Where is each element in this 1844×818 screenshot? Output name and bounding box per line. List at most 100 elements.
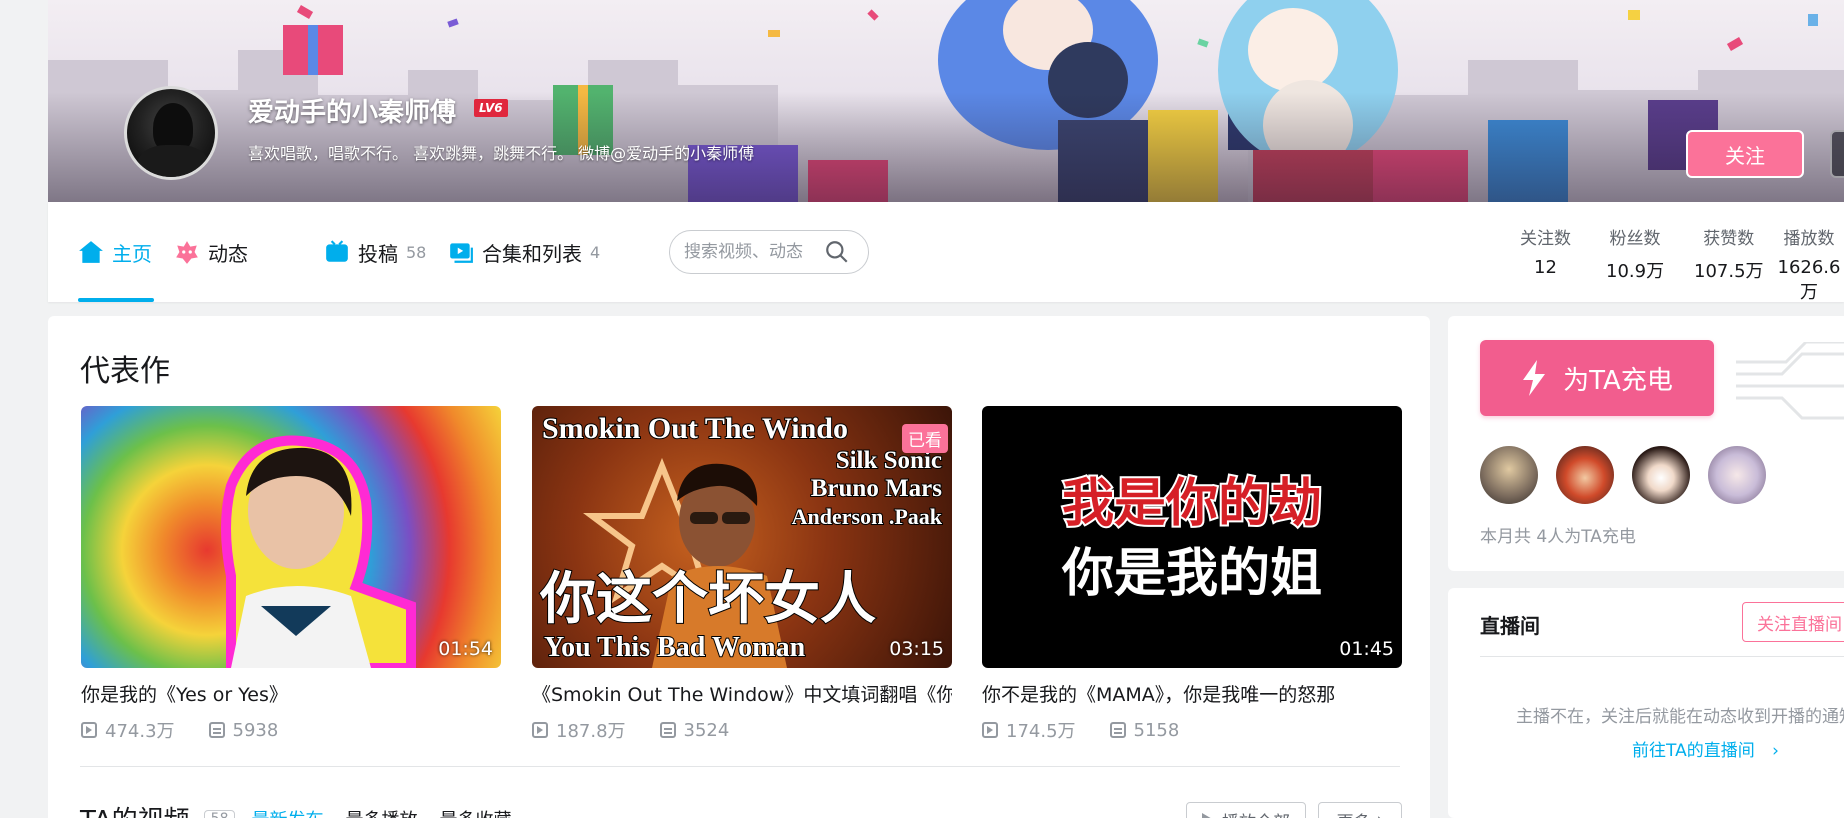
tab-dynamic-label: 动态 xyxy=(208,241,248,266)
stat-following[interactable]: 关注数 12 xyxy=(1520,224,1571,278)
danmaku-count: 5938 xyxy=(232,719,279,741)
tab-uploads-count: 58 xyxy=(406,242,427,262)
video-title[interactable]: 你是我的《Yes or Yes》 xyxy=(81,680,501,707)
thumb-text-line1: 我是你的劫 xyxy=(1062,474,1322,534)
video-stats: 174.5万 5158 xyxy=(982,717,1402,743)
live-offline-message: 主播不在，关注后就能在动态收到开播的通知 xyxy=(1516,707,1844,727)
masterpiece-card[interactable]: 我是你的劫 你是我的姐 01:45 你不是我的《MAMA》，你是我唯一的怒那 1… xyxy=(982,406,1402,743)
masterpiece-title: 代表作 xyxy=(80,354,170,389)
tab-uploads-label: 投稿 xyxy=(358,241,398,266)
play-all-button[interactable]: 播放全部 xyxy=(1186,802,1306,818)
play-all-label: 播放全部 xyxy=(1222,808,1290,818)
stat-fans[interactable]: 粉丝数 10.9万 xyxy=(1606,224,1664,283)
more-button[interactable]: 更多 › xyxy=(1318,802,1402,818)
active-tab-indicator xyxy=(78,298,154,302)
video-thumbnail[interactable]: 01:54 xyxy=(81,406,501,668)
tab-collections[interactable]: 合集和列表 4 xyxy=(448,202,600,302)
video-stats: 187.8万 3524 xyxy=(532,717,952,743)
tab-collections-count: 4 xyxy=(590,242,601,262)
more-label: 更多 xyxy=(1337,808,1371,818)
section-divider xyxy=(80,766,1400,767)
stat-following-value: 12 xyxy=(1534,257,1557,278)
video-duration: 01:45 xyxy=(1339,638,1394,660)
masterpiece-card[interactable]: Smokin Out The Windo Silk Sonic Bruno Ma… xyxy=(532,406,952,743)
danmaku-icon xyxy=(208,722,225,738)
thumb-text-line3: Bruno Mars xyxy=(811,475,943,502)
stat-likes-value: 107.5万 xyxy=(1694,261,1764,282)
thumbnail-art: Smokin Out The Windo Silk Sonic Bruno Ma… xyxy=(538,411,944,668)
stat-fans-value: 10.9万 xyxy=(1606,261,1665,282)
stat-likes-label: 获赞数 xyxy=(1703,229,1755,249)
charge-panel: 为TA充电 本月共 4人为TA充电 xyxy=(1448,316,1844,571)
tab-dynamic[interactable]: 动态 xyxy=(174,202,248,302)
play-count: 174.5万 xyxy=(1006,721,1076,742)
thumb-text-line1: Smokin Out The Windo xyxy=(542,412,848,445)
sort-latest[interactable]: 最新发布 xyxy=(251,806,323,818)
stat-following-label: 关注数 xyxy=(1520,229,1571,249)
videos-count: 58 xyxy=(203,809,236,818)
thumbnail-art xyxy=(221,435,416,668)
dynamic-icon xyxy=(176,241,198,264)
sort-most-played[interactable]: 最多播放 xyxy=(345,806,417,818)
message-button[interactable]: 发消 xyxy=(1830,130,1844,178)
play-count-icon xyxy=(982,722,998,738)
stat-plays: 播放数 1626.6万 xyxy=(1774,224,1844,304)
home-icon xyxy=(79,241,103,263)
stat-plays-label: 播放数 xyxy=(1783,229,1835,249)
search-input[interactable] xyxy=(684,242,824,262)
masterpiece-card[interactable]: 01:54 你是我的《Yes or Yes》 474.3万 5938 xyxy=(81,406,501,743)
video-duration: 03:15 xyxy=(889,638,944,660)
search-icon[interactable] xyxy=(824,239,850,265)
charge-note: 本月共 4人为TA充电 xyxy=(1480,527,1636,547)
live-room-title: 直播间 xyxy=(1480,614,1540,638)
play-count-icon xyxy=(81,722,97,738)
supporter-avatar[interactable] xyxy=(1708,446,1766,504)
supporter-avatar[interactable] xyxy=(1480,446,1538,504)
tab-home[interactable]: 主页 xyxy=(78,202,152,302)
supporter-avatar[interactable] xyxy=(1556,446,1614,504)
danmaku-count: 3524 xyxy=(683,719,730,741)
videos-header: TA的视频 58 最新发布 最多播放 最多收藏 xyxy=(80,800,533,818)
sort-most-favorited[interactable]: 最多收藏 xyxy=(439,806,511,818)
video-thumbnail[interactable]: 我是你的劫 你是我的姐 01:45 xyxy=(982,406,1402,668)
goto-live-room-link[interactable]: 前往TA的直播间 › xyxy=(1632,736,1779,761)
video-thumbnail[interactable]: Smokin Out The Windo Silk Sonic Bruno Ma… xyxy=(532,406,952,668)
thumb-text-line2: 你是我的姐 xyxy=(1061,544,1322,604)
play-count: 474.3万 xyxy=(105,721,175,742)
tab-home-label: 主页 xyxy=(112,241,152,266)
tab-uploads[interactable]: 投稿 58 xyxy=(324,202,426,302)
danmaku-icon xyxy=(659,722,676,738)
video-title[interactable]: 你不是我的《MAMA》，你是我唯一的怒那 xyxy=(982,680,1402,707)
lightning-icon xyxy=(1523,360,1546,396)
stat-fans-label: 粉丝数 xyxy=(1609,229,1661,249)
video-title[interactable]: 《Smokin Out The Window》中文填词翻唱《你这个坏女人》 xyxy=(532,680,952,707)
playlist-icon xyxy=(450,243,473,263)
space-search[interactable] xyxy=(669,230,869,274)
play-count: 187.8万 xyxy=(556,721,626,742)
videos-title: TA的视频 xyxy=(80,800,190,818)
play-count-icon xyxy=(532,722,548,738)
user-avatar[interactable] xyxy=(124,86,218,180)
chevron-right-icon: › xyxy=(1377,810,1384,818)
profile-banner: 爱动手的小秦师傅 LV6 喜欢唱歌，唱歌不行。 喜欢跳舞，跳舞不行。 微博@爱动… xyxy=(48,0,1844,202)
follow-button[interactable]: 关注 xyxy=(1686,130,1804,178)
danmaku-icon xyxy=(1109,722,1126,738)
supporter-list xyxy=(1480,446,1784,504)
user-signature: 喜欢唱歌，唱歌不行。 喜欢跳舞，跳舞不行。 微博@爱动手的小秦师傅 xyxy=(248,144,755,163)
video-duration: 01:54 xyxy=(438,638,493,660)
supporter-avatar[interactable] xyxy=(1632,446,1690,504)
play-icon xyxy=(1202,813,1214,818)
watched-badge: 已看 xyxy=(902,424,948,453)
danmaku-count: 5158 xyxy=(1133,719,1180,741)
goto-live-room-label: 前往TA的直播间 xyxy=(1632,741,1755,761)
live-divider xyxy=(1480,656,1844,657)
charge-button[interactable]: 为TA充电 xyxy=(1480,340,1714,416)
thumb-text-big: 你这个坏女人 xyxy=(539,567,876,632)
level-badge: LV6 xyxy=(474,99,508,117)
video-stats: 474.3万 5938 xyxy=(81,717,501,743)
chevron-right-icon: › xyxy=(1772,741,1779,761)
live-room-panel: 直播间 关注直播间 主播不在，关注后就能在动态收到开播的通知 前往TA的直播间 … xyxy=(1448,588,1844,818)
charge-button-label: 为TA充电 xyxy=(1563,365,1673,396)
follow-live-button[interactable]: 关注直播间 xyxy=(1742,602,1844,642)
username: 爱动手的小秦师傅 xyxy=(248,98,457,128)
